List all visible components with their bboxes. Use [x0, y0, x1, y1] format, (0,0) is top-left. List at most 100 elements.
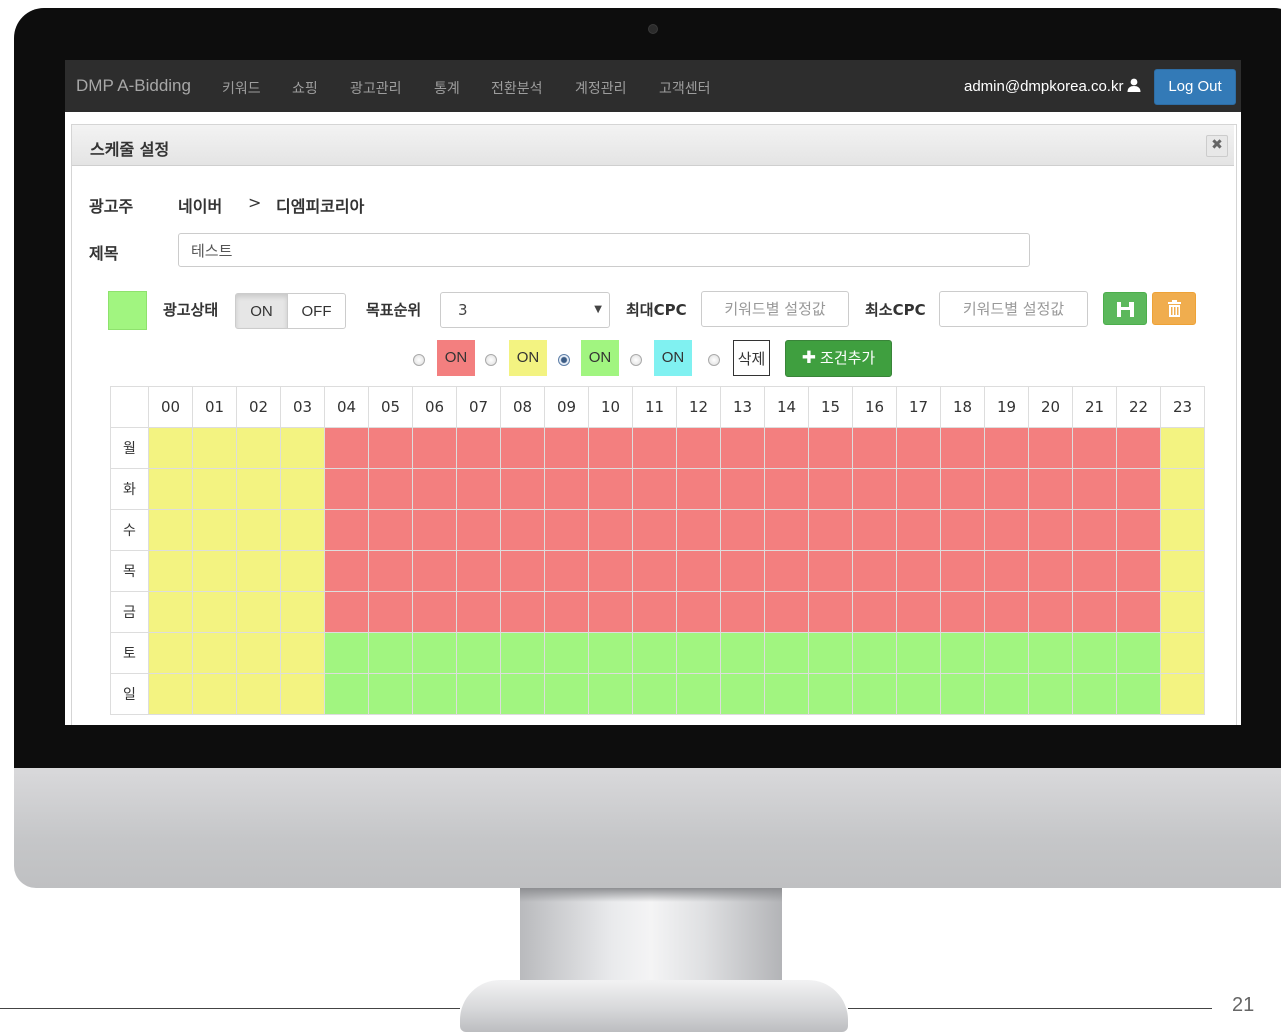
schedule-cell[interactable]: [896, 632, 941, 674]
schedule-cell[interactable]: [192, 509, 237, 551]
schedule-cell[interactable]: [1028, 427, 1073, 469]
schedule-cell[interactable]: [1116, 591, 1161, 633]
schedule-cell[interactable]: [588, 427, 633, 469]
save-button[interactable]: [1103, 292, 1147, 325]
schedule-cell[interactable]: [588, 550, 633, 592]
nav-item-statistics[interactable]: 통계: [434, 78, 460, 98]
day-label[interactable]: 일: [110, 673, 149, 715]
schedule-cell[interactable]: [500, 591, 545, 633]
schedule-cell[interactable]: [500, 509, 545, 551]
schedule-cell[interactable]: [1072, 550, 1117, 592]
hour-header[interactable]: 13: [720, 386, 765, 428]
schedule-cell[interactable]: [808, 509, 853, 551]
schedule-cell[interactable]: [1160, 673, 1205, 715]
schedule-cell[interactable]: [588, 468, 633, 510]
schedule-cell[interactable]: [720, 468, 765, 510]
schedule-cell[interactable]: [412, 468, 457, 510]
schedule-cell[interactable]: [1028, 591, 1073, 633]
schedule-cell[interactable]: [1028, 673, 1073, 715]
schedule-cell[interactable]: [1028, 468, 1073, 510]
schedule-cell[interactable]: [324, 468, 369, 510]
condition-chip-red[interactable]: ON: [437, 340, 475, 376]
schedule-cell[interactable]: [984, 427, 1029, 469]
schedule-cell[interactable]: [632, 591, 677, 633]
schedule-cell[interactable]: [368, 427, 413, 469]
schedule-cell[interactable]: [632, 673, 677, 715]
schedule-cell[interactable]: [720, 591, 765, 633]
schedule-cell[interactable]: [632, 632, 677, 674]
brand-logo[interactable]: DMP A-Bidding: [76, 76, 191, 96]
hour-header[interactable]: 22: [1116, 386, 1161, 428]
schedule-cell[interactable]: [764, 509, 809, 551]
schedule-cell[interactable]: [1116, 673, 1161, 715]
schedule-cell[interactable]: [324, 591, 369, 633]
day-label[interactable]: 수: [110, 509, 149, 551]
schedule-cell[interactable]: [412, 550, 457, 592]
schedule-cell[interactable]: [456, 632, 501, 674]
schedule-cell[interactable]: [456, 509, 501, 551]
schedule-cell[interactable]: [280, 550, 325, 592]
schedule-cell[interactable]: [1072, 509, 1117, 551]
schedule-cell[interactable]: [896, 509, 941, 551]
schedule-cell[interactable]: [412, 632, 457, 674]
hour-header[interactable]: 18: [940, 386, 985, 428]
schedule-cell[interactable]: [500, 550, 545, 592]
schedule-cell[interactable]: [720, 509, 765, 551]
schedule-cell[interactable]: [456, 673, 501, 715]
schedule-cell[interactable]: [368, 509, 413, 551]
schedule-cell[interactable]: [896, 591, 941, 633]
status-on-toggle[interactable]: ON: [235, 293, 288, 329]
schedule-cell[interactable]: [500, 673, 545, 715]
hour-header[interactable]: 05: [368, 386, 413, 428]
schedule-cell[interactable]: [148, 632, 193, 674]
schedule-cell[interactable]: [500, 468, 545, 510]
schedule-cell[interactable]: [984, 632, 1029, 674]
schedule-cell[interactable]: [940, 468, 985, 510]
schedule-cell[interactable]: [1072, 468, 1117, 510]
schedule-cell[interactable]: [280, 632, 325, 674]
schedule-cell[interactable]: [852, 468, 897, 510]
schedule-cell[interactable]: [412, 427, 457, 469]
schedule-cell[interactable]: [1072, 673, 1117, 715]
schedule-cell[interactable]: [940, 632, 985, 674]
schedule-cell[interactable]: [808, 550, 853, 592]
schedule-cell[interactable]: [368, 673, 413, 715]
schedule-cell[interactable]: [808, 632, 853, 674]
schedule-cell[interactable]: [632, 427, 677, 469]
schedule-cell[interactable]: [720, 427, 765, 469]
subject-input[interactable]: 테스트: [178, 233, 1030, 267]
hour-header[interactable]: 14: [764, 386, 809, 428]
schedule-cell[interactable]: [984, 468, 1029, 510]
delete-button[interactable]: [1152, 292, 1196, 325]
schedule-cell[interactable]: [852, 673, 897, 715]
day-label[interactable]: 목: [110, 550, 149, 592]
schedule-cell[interactable]: [544, 550, 589, 592]
schedule-cell[interactable]: [1028, 550, 1073, 592]
schedule-cell[interactable]: [676, 509, 721, 551]
nav-item-account[interactable]: 계정관리: [575, 78, 627, 98]
schedule-cell[interactable]: [852, 591, 897, 633]
schedule-cell[interactable]: [984, 591, 1029, 633]
schedule-cell[interactable]: [280, 509, 325, 551]
schedule-cell[interactable]: [236, 509, 281, 551]
schedule-cell[interactable]: [544, 427, 589, 469]
schedule-cell[interactable]: [236, 591, 281, 633]
schedule-cell[interactable]: [148, 673, 193, 715]
schedule-cell[interactable]: [1072, 632, 1117, 674]
schedule-cell[interactable]: [764, 468, 809, 510]
schedule-cell[interactable]: [412, 673, 457, 715]
hour-header[interactable]: 01: [192, 386, 237, 428]
nav-item-ad-management[interactable]: 광고관리: [350, 78, 402, 98]
schedule-cell[interactable]: [1160, 427, 1205, 469]
nav-item-keyword[interactable]: 키워드: [222, 78, 261, 98]
schedule-cell[interactable]: [280, 468, 325, 510]
schedule-cell[interactable]: [676, 468, 721, 510]
schedule-cell[interactable]: [1028, 509, 1073, 551]
schedule-cell[interactable]: [236, 468, 281, 510]
schedule-cell[interactable]: [148, 509, 193, 551]
schedule-cell[interactable]: [456, 550, 501, 592]
day-label[interactable]: 금: [110, 591, 149, 633]
hour-header[interactable]: 10: [588, 386, 633, 428]
schedule-cell[interactable]: [896, 550, 941, 592]
schedule-cell[interactable]: [1160, 509, 1205, 551]
